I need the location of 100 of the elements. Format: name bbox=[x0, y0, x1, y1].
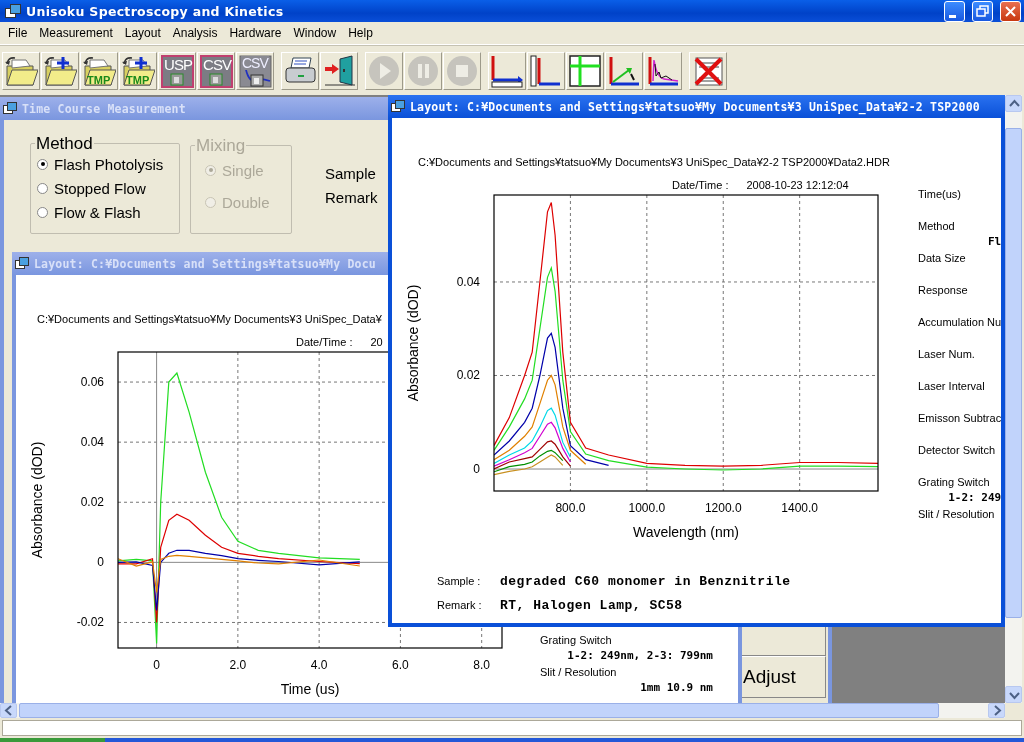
file-path: C:¥Documents and Settings¥tatsuo¥My Documents¥3 UniSpec_Data¥2-2 TSP2000¥Data2.HDR bbox=[418, 155, 891, 169]
app-icon bbox=[5, 3, 21, 19]
radio-button[interactable] bbox=[37, 158, 48, 170]
remark-value: RT, Halogen Lamp, SC58 bbox=[500, 597, 683, 613]
info-label: Time(us) bbox=[918, 187, 962, 202]
scroll-arrow-button[interactable] bbox=[0, 703, 17, 718]
radio-label[interactable]: Flow & Flash bbox=[54, 203, 141, 221]
window-title: Time Course Measurement bbox=[22, 101, 186, 116]
field-label: Remark bbox=[325, 191, 378, 205]
info-label: Data Size bbox=[918, 251, 967, 266]
axis-tick-label: 0.04 bbox=[456, 275, 480, 289]
axis-title: Absorbance (dOD) bbox=[29, 441, 45, 559]
axis-tick-label: 0.04 bbox=[80, 435, 104, 450]
info-label: Slit / Resolution bbox=[918, 507, 996, 522]
door-exit-icon bbox=[322, 53, 356, 88]
axis-tick-label: 0 bbox=[153, 658, 160, 672]
scroll-arrow-button[interactable] bbox=[1005, 95, 1022, 112]
axis-title: Wavelength (nm) bbox=[632, 524, 740, 540]
scroll-arrow-button[interactable] bbox=[1005, 686, 1022, 703]
close-button[interactable] bbox=[1000, 0, 1021, 22]
stop-icon bbox=[445, 53, 479, 88]
axis-tick-label: -0.02 bbox=[76, 615, 104, 630]
minimize-button[interactable] bbox=[944, 0, 965, 22]
x-axis-button[interactable] bbox=[488, 51, 526, 90]
vertical-scrollbar[interactable] bbox=[1005, 95, 1022, 703]
axis-tick-label: 2.0 bbox=[229, 658, 247, 672]
restore-button[interactable] bbox=[972, 0, 993, 22]
info-value: 1-2: 249nm, 2-3: 799nm bbox=[566, 648, 713, 664]
radio-label[interactable]: Flash Photolysis bbox=[54, 155, 164, 173]
window-title: Layout: C:¥Documents and Settings¥tatsuo¥My Docu bbox=[34, 256, 376, 271]
close-icon bbox=[1005, 5, 1016, 17]
axis-tick-label: 0 bbox=[473, 462, 480, 476]
open-folder-button[interactable] bbox=[2, 51, 40, 90]
group-label: Mixing bbox=[195, 137, 247, 154]
date-value: 20 bbox=[370, 335, 383, 349]
date-label: Date/Time : bbox=[672, 178, 729, 192]
info-value: 1-2: 249 bbox=[947, 490, 1001, 506]
pause-icon bbox=[406, 53, 440, 88]
window-icon bbox=[391, 100, 405, 113]
y-axis-icon bbox=[529, 53, 563, 88]
group-label: Method bbox=[35, 135, 94, 152]
menu-item[interactable]: Window bbox=[287, 26, 343, 40]
new-folder-button[interactable] bbox=[41, 51, 79, 90]
restore-icon bbox=[976, 5, 989, 17]
minimize-icon bbox=[949, 14, 956, 18]
sample-value: degraded C60 monomer in Benznitrile bbox=[500, 573, 791, 589]
arrow-graph-button[interactable] bbox=[605, 51, 643, 90]
axis-tick-label: 0.02 bbox=[80, 495, 104, 510]
menu-item[interactable]: Hardware bbox=[223, 26, 288, 40]
axis-tick-label: 0 bbox=[97, 555, 104, 570]
radio-button[interactable] bbox=[37, 206, 48, 218]
tmp-new-folder-button[interactable]: TMP bbox=[119, 51, 157, 90]
axis-tick-label: 1400.0 bbox=[781, 501, 818, 515]
info-label: Accumulation Nu bbox=[918, 315, 1001, 330]
horizontal-scrollbar[interactable] bbox=[0, 703, 1005, 718]
info-label: Laser Interval bbox=[918, 379, 986, 394]
window-icon bbox=[3, 102, 17, 115]
menu-item[interactable]: Measurement bbox=[33, 26, 119, 40]
exit-button[interactable] bbox=[320, 51, 358, 90]
window-title: Layout: C:¥Documents and Settings¥tatsuo¥My Documents¥3 UniSpec_Data¥2-2 TSP2000 bbox=[410, 99, 980, 114]
print-button[interactable] bbox=[281, 51, 319, 90]
sample-label: Sample : bbox=[437, 575, 482, 587]
date-value: 2008-10-23 12:12:04 bbox=[746, 178, 849, 192]
app-title: Unisoku Spectroscopy and Kinetics bbox=[26, 3, 285, 19]
axis-tick-label: 0.06 bbox=[80, 375, 104, 390]
axis-title: Time (us) bbox=[280, 681, 340, 697]
info-label: Grating Switch bbox=[918, 475, 991, 490]
info-label: Slit / Resolution bbox=[540, 665, 618, 680]
info-value: Fl bbox=[986, 234, 1001, 250]
y-axis-button[interactable] bbox=[527, 51, 565, 90]
axis-tick-label: 6.0 bbox=[392, 658, 409, 672]
info-label: Grating Switch bbox=[540, 633, 613, 648]
axis-tick-label: 800.0 bbox=[555, 501, 586, 515]
x-axis-icon bbox=[490, 53, 524, 88]
play-icon bbox=[367, 53, 401, 88]
decay-graph-button[interactable] bbox=[644, 51, 682, 90]
window-icon bbox=[15, 257, 29, 270]
info-value: 1mm 10.9 nm bbox=[639, 680, 713, 696]
axis-tick-label: 1200.0 bbox=[704, 501, 742, 515]
info-label: Laser Num. bbox=[918, 347, 976, 362]
menu-item[interactable]: File bbox=[2, 26, 34, 40]
info-label: Method bbox=[918, 219, 956, 234]
grid-button[interactable] bbox=[566, 51, 604, 90]
file-export-button[interactable]: USP bbox=[158, 51, 196, 90]
scroll-arrow-button[interactable] bbox=[988, 703, 1005, 718]
field-label: Sample bbox=[325, 167, 377, 181]
menu-item[interactable]: Help bbox=[342, 26, 379, 40]
date-label: Date/Time : bbox=[296, 335, 353, 349]
menu-item[interactable]: Layout bbox=[118, 26, 167, 40]
axis-tick-label: 4.0 bbox=[310, 658, 328, 672]
radio-label[interactable]: Stopped Flow bbox=[54, 179, 146, 197]
remark-label: Remark : bbox=[437, 599, 483, 611]
axis-title: Absorbance (dOD) bbox=[405, 284, 421, 402]
axis-tick-label: 8.0 bbox=[473, 658, 491, 672]
file-export-button[interactable]: CSV bbox=[197, 51, 235, 90]
radio-button[interactable] bbox=[37, 182, 48, 194]
tmp-folder-button[interactable]: TMP bbox=[80, 51, 118, 90]
info-label: Detector Switch bbox=[918, 443, 997, 458]
delete-layout-button[interactable] bbox=[689, 51, 727, 90]
menu-item[interactable]: Analysis bbox=[166, 26, 224, 40]
